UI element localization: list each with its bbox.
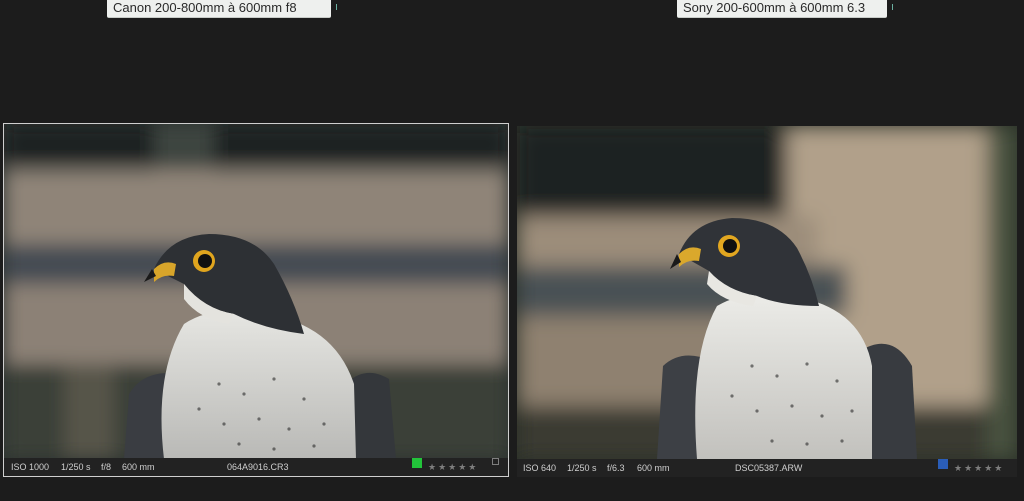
photo-panel-left[interactable]: ISO 1000 1/250 s f/8 600 mm 064A9016.CR3… — [3, 123, 509, 477]
photo-left[interactable] — [4, 124, 508, 459]
color-label[interactable] — [412, 458, 422, 468]
caption-left-text: Canon 200-800mm à 600mm f8 — [113, 0, 297, 15]
caption-marker — [892, 4, 893, 10]
focal-value: 600 mm — [122, 462, 155, 472]
iso-value: ISO 1000 — [11, 462, 50, 472]
shutter-value: 1/250 s — [61, 462, 91, 472]
shutter-value: 1/250 s — [567, 463, 597, 473]
color-label[interactable] — [938, 459, 948, 469]
caption-marker — [336, 4, 337, 10]
aperture-value: f/8 — [101, 462, 112, 472]
star-rating[interactable]: ★★★★★ — [954, 459, 1004, 477]
filename: DSC05387.ARW — [735, 463, 803, 473]
metadata-bar-left: ISO 1000 1/250 s f/8 600 mm 064A9016.CR3… — [4, 458, 508, 476]
caption-right-text: Sony 200-600mm à 600mm 6.3 — [683, 0, 866, 15]
focal-value: 600 mm — [637, 463, 670, 473]
iso-value: ISO 640 — [523, 463, 557, 473]
filename: 064A9016.CR3 — [227, 462, 289, 472]
caption-right: Sony 200-600mm à 600mm 6.3 — [677, 0, 893, 18]
caption-left: Canon 200-800mm à 600mm f8 — [107, 0, 337, 18]
aperture-value: f/6.3 — [607, 463, 625, 473]
photo-panel-right[interactable]: ISO 640 1/250 s f/6.3 600 mm DSC05387.AR… — [517, 126, 1017, 477]
metadata-bar-right: ISO 640 1/250 s f/6.3 600 mm DSC05387.AR… — [517, 459, 1017, 477]
star-rating[interactable]: ★★★★★ — [428, 458, 478, 476]
photo-right[interactable] — [517, 126, 1017, 459]
document-icon[interactable] — [492, 458, 499, 465]
